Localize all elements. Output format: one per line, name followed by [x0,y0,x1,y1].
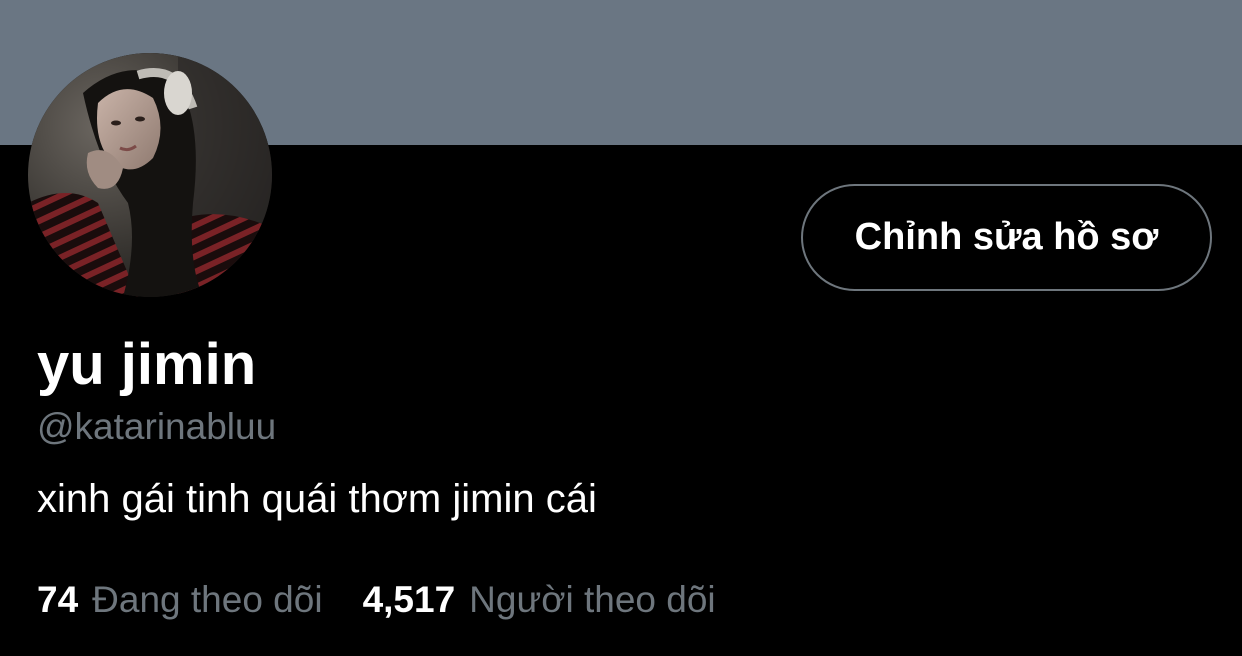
follow-stats: 74 Đang theo dõi 4,517 Người theo dõi [37,576,716,624]
profile-bio: xinh gái tinh quái thơm jimin cái [37,477,597,521]
edit-profile-button[interactable]: Chỉnh sửa hồ sơ [801,184,1212,291]
following-label: Đang theo dõi [92,579,323,620]
followers-link[interactable]: 4,517 Người theo dõi [363,576,716,624]
avatar-image [28,53,272,297]
following-link[interactable]: 74 Đang theo dõi [37,576,323,624]
followers-count: 4,517 [362,579,456,620]
display-name: yu jimin [37,332,257,397]
followers-label: Người theo dõi [469,579,716,620]
profile-avatar[interactable] [28,53,272,297]
profile-page: Chỉnh sửa hồ sơ yu jimin @katarinabluu x… [0,0,1242,656]
username-handle: @katarinabluu [37,406,277,447]
following-count: 74 [37,579,79,620]
